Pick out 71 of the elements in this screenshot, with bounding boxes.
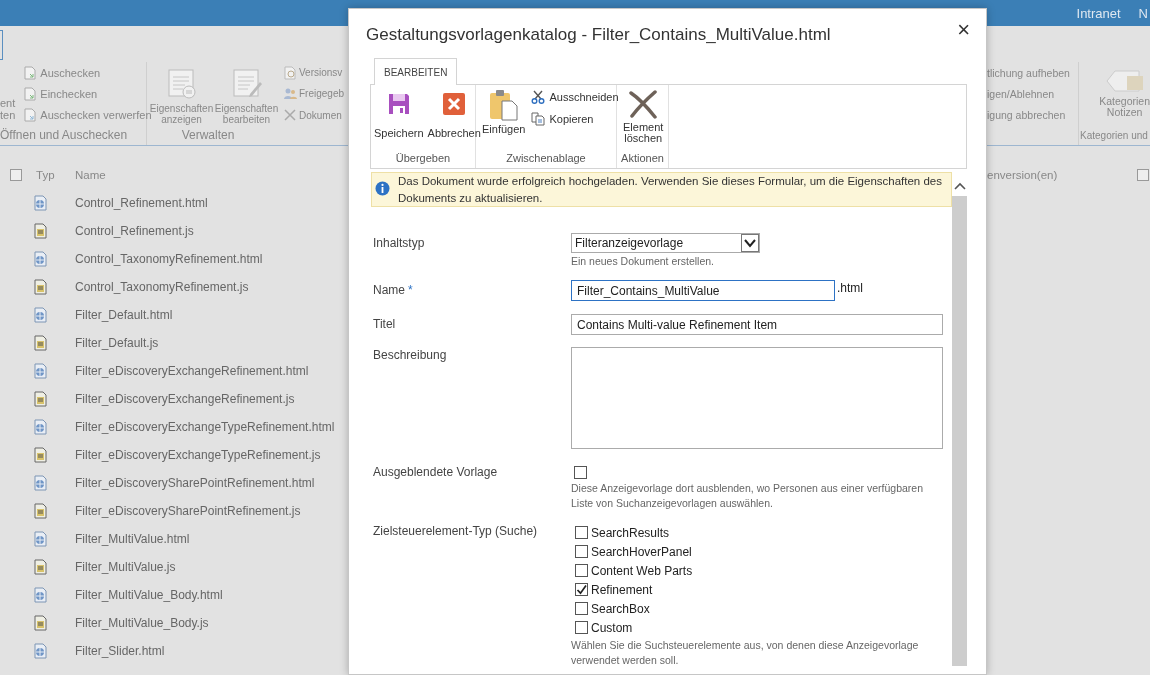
column-header[interactable]: Typ — [36, 169, 75, 181]
ribbon-button[interactable]: Ausschneiden — [529, 86, 621, 108]
nav-link[interactable]: Intranet — [1076, 5, 1121, 21]
ribbon-button[interactable]: ent ten — [0, 62, 16, 126]
file-link[interactable]: Filter_eDiscoverySharePointRefinement.js — [75, 504, 301, 518]
file-link[interactable]: Control_TaxonomyRefinement.js — [75, 280, 249, 294]
ribbon-button[interactable]: igen/Ablehnen — [987, 83, 1070, 105]
checkbox-label: SearchHoverPanel — [591, 544, 692, 559]
ribbon-button[interactable]: Versionsv — [283, 62, 345, 84]
info-message: Das Dokument wurde erfolgreich hochgeladen. Verwenden Sie dieses Formular, um die Eigenschaften des Dokuments zu aktualisieren. — [398, 174, 943, 206]
ribbon-button[interactable]: Dokumen — [283, 104, 345, 126]
ribbon-button[interactable]: igung abbrechen — [987, 104, 1070, 126]
nav-link[interactable]: N — [1138, 5, 1148, 21]
checkbox-label: Custom — [591, 620, 633, 635]
dialog-title: Gestaltungsvorlagenkatalog - Filter_Contains_MultiValue.html — [366, 24, 831, 46]
field-label: Zielsteuerelement-Typ (Suche) — [373, 524, 538, 538]
file-extension: .html — [837, 280, 863, 297]
checkbox-label: Content Web Parts — [591, 563, 693, 578]
field-hint: Ein neues Dokument erstellen. — [571, 254, 715, 269]
checkbox-label: Refinement — [591, 582, 653, 597]
file-link[interactable]: Filter_eDiscoveryExchangeRefinement.js — [75, 392, 295, 406]
ribbon-button[interactable]: Eigenschaften anzeigen — [150, 62, 213, 126]
ribbon-button[interactable]: Element löschen — [621, 85, 666, 150]
group-label: Kategorien und — [1079, 129, 1149, 143]
column-header[interactable]: enversion(en) — [987, 169, 1137, 181]
field-label: Beschreibung — [373, 348, 447, 362]
file-link[interactable]: Filter_MultiValue.js — [75, 560, 176, 574]
group-label: Verwalten — [180, 127, 236, 144]
field-label: Inhaltstyp — [373, 236, 425, 250]
file-link[interactable]: Control_Refinement.html — [75, 196, 208, 210]
file-link[interactable]: Filter_MultiValue.html — [75, 532, 190, 546]
file-link[interactable]: Filter_eDiscoveryExchangeTypeRefinement.js — [75, 448, 321, 462]
field-label: Ausgeblendete Vorlage — [373, 465, 498, 479]
ribbon-button[interactable]: Speichern — [372, 85, 426, 150]
file-link[interactable]: Filter_eDiscoverySharePointRefinement.html — [75, 476, 315, 490]
field-label: Name — [373, 283, 405, 297]
field-label: Titel — [373, 317, 396, 331]
ribbon-button[interactable]: Kategorien Notizen — [1099, 62, 1150, 126]
file-link[interactable]: Filter_eDiscoveryExchangeRefinement.html — [75, 364, 309, 378]
file-link[interactable]: Control_Refinement.js — [75, 224, 194, 238]
file-link[interactable]: Filter_MultiValue_Body.html — [75, 588, 223, 602]
checkbox-label: SearchResults — [591, 525, 670, 540]
group-label: Zwischenablage — [505, 151, 587, 166]
group-label: Übergeben — [394, 151, 452, 166]
file-link[interactable]: Filter_Default.js — [75, 336, 159, 350]
ribbon-button[interactable]: Eigenschaften bearbeiten — [215, 62, 278, 126]
checkbox-label: SearchBox — [591, 601, 650, 616]
ribbon-button[interactable]: tlichung aufheben — [987, 62, 1070, 84]
ribbon-button[interactable]: Einchecken — [23, 83, 152, 105]
ribbon-button[interactable]: Einfügen — [480, 85, 528, 150]
ribbon-button[interactable]: Auschecken — [23, 62, 152, 84]
file-link[interactable]: Filter_eDiscoveryExchangeTypeRefinement.html — [75, 420, 335, 434]
file-link[interactable]: Filter_MultiValue_Body.js — [75, 616, 209, 630]
close-button[interactable]: × — [953, 17, 974, 43]
ribbon-button[interactable]: Abbrechen — [425, 85, 483, 150]
field-hint: Wählen Sie die Suchsteuerelemente aus, von denen diese Anzeigevorlage verwendet werden soll. — [571, 638, 920, 668]
ribbon-tab[interactable]: BEARBEITEN — [374, 58, 458, 85]
field-hint: Diese Anzeigevorlage dort ausblenden, wo Personen aus einer verfügbaren Liste von Suchanzeigevorlagen auswählen. — [571, 481, 924, 511]
dropdown[interactable]: Filteranzeigevorlage — [571, 233, 760, 253]
file-link[interactable]: Filter_Default.html — [75, 308, 173, 322]
file-link[interactable]: Control_TaxonomyRefinement.html — [75, 252, 263, 266]
text-field[interactable]: Contains Multi-value Refinement Item — [571, 314, 943, 335]
required-mark: * — [408, 283, 413, 297]
group-label: Öffnen und Auschecken — [0, 127, 129, 144]
ribbon-button[interactable]: Freigegeb — [283, 83, 345, 105]
group-label: Aktionen — [620, 151, 665, 166]
ribbon-button[interactable]: Auschecken verwerfen — [23, 104, 152, 126]
ribbon-button[interactable]: Kopieren — [529, 108, 621, 130]
file-link[interactable]: Filter_Slider.html — [75, 644, 165, 658]
text-field[interactable]: Filter_Contains_MultiValue — [571, 280, 835, 301]
column-header[interactable]: Name — [75, 169, 106, 181]
